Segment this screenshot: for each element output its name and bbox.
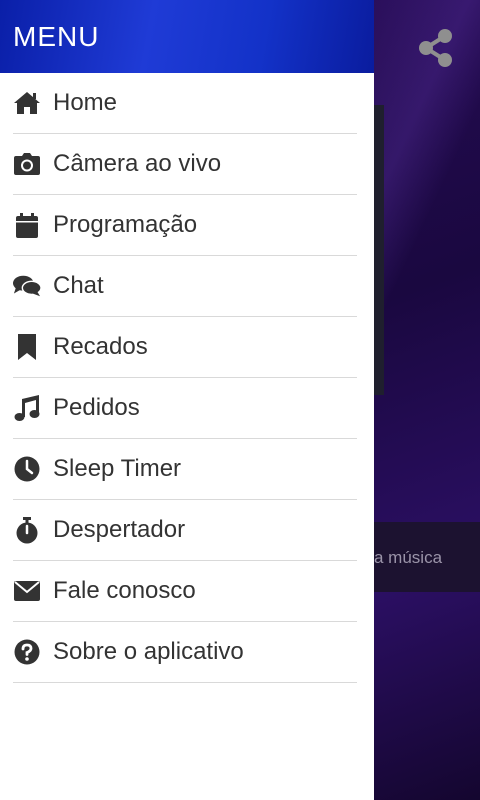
bookmark-icon: [13, 333, 41, 361]
background-now-playing-bar: a música: [374, 522, 480, 592]
menu-item-label: Recados: [53, 333, 148, 360]
now-playing-text: a música: [374, 548, 443, 567]
menu-item-label: Pedidos: [53, 394, 140, 421]
share-icon: [419, 29, 452, 67]
navigation-drawer: MENU Home Câmera ao vivo Programação Cha…: [0, 0, 374, 800]
background-player-panel: [374, 105, 384, 395]
menu-item-label: Programação: [53, 211, 198, 238]
home-icon: [13, 89, 41, 117]
menu-item-chat[interactable]: Chat: [13, 256, 357, 317]
envelope-icon: [13, 577, 41, 605]
menu-list: Home Câmera ao vivo Programação Chat Rec…: [0, 73, 374, 683]
chat-icon: [13, 272, 41, 300]
menu-item-contact[interactable]: Fale conosco: [13, 561, 357, 622]
menu-item-messages[interactable]: Recados: [13, 317, 357, 378]
question-icon: [13, 638, 41, 666]
camera-icon: [13, 150, 41, 178]
menu-item-about[interactable]: Sobre o aplicativo: [13, 622, 357, 683]
menu-item-label: Home: [53, 89, 118, 116]
menu-item-sleep-timer[interactable]: Sleep Timer: [13, 439, 357, 500]
menu-item-label: Sobre o aplicativo: [53, 638, 244, 665]
menu-item-camera[interactable]: Câmera ao vivo: [13, 134, 357, 195]
menu-item-home[interactable]: Home: [13, 73, 357, 134]
menu-item-label: Câmera ao vivo: [53, 150, 222, 177]
menu-item-label: Fale conosco: [53, 577, 196, 604]
stopwatch-icon: [13, 516, 41, 544]
music-icon: [13, 394, 41, 422]
share-button[interactable]: [414, 26, 458, 70]
clock-icon: [13, 455, 41, 483]
menu-item-label: Sleep Timer: [53, 455, 182, 482]
drawer-header: MENU: [0, 0, 374, 73]
menu-item-alarm[interactable]: Despertador: [13, 500, 357, 561]
menu-item-label: Despertador: [53, 516, 186, 543]
menu-item-schedule[interactable]: Programação: [13, 195, 357, 256]
drawer-title: MENU: [13, 21, 100, 52]
calendar-icon: [13, 211, 41, 239]
menu-item-requests[interactable]: Pedidos: [13, 378, 357, 439]
menu-item-label: Chat: [53, 272, 104, 299]
